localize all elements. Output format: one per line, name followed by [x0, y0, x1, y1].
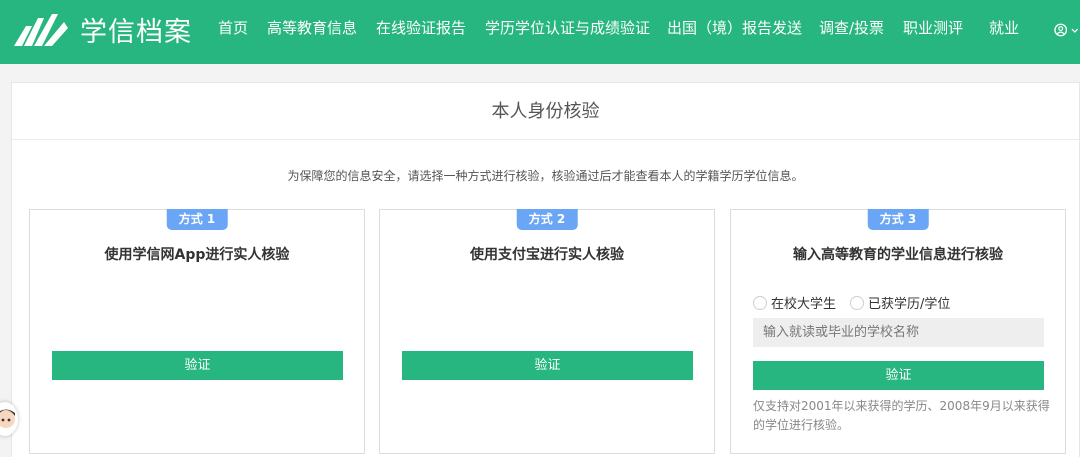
nav-degree-certification[interactable]: 学历学位认证与成绩验证: [485, 0, 650, 64]
nav-online-verification[interactable]: 在线验证报告: [376, 0, 466, 64]
verify-button[interactable]: 验证: [402, 351, 693, 380]
nav-career-test[interactable]: 职业测评: [903, 0, 963, 64]
school-name-input[interactable]: [753, 318, 1044, 347]
radio-label: 在校大学生: [771, 297, 837, 312]
user-menu[interactable]: [1054, 20, 1080, 40]
identity-verification-panel: 本人身份核验 为保障您的信息安全，请选择一种方式进行核验，核验通过后才能查看本人…: [11, 82, 1080, 457]
nav-survey[interactable]: 调查/投票: [819, 0, 884, 64]
method-badge: 方式 3: [867, 209, 929, 230]
radio-current-student[interactable]: 在校大学生: [753, 293, 836, 312]
user-circle-icon: [1054, 23, 1068, 37]
nav-higher-education[interactable]: 高等教育信息: [267, 0, 357, 64]
method-card-alipay: 方式 2 使用支付宝进行实人核验 验证: [379, 209, 715, 454]
method-badge: 方式 1: [166, 209, 228, 230]
method-badge: 方式 2: [516, 209, 578, 230]
student-status-radio-group: 在校大学生 已获学历/学位: [753, 293, 964, 312]
nav-home[interactable]: 首页: [218, 0, 248, 64]
verification-scope-note: 仅支持对2001年以来获得的学历、2008年9月以来获得的学位进行核验。: [753, 399, 1050, 432]
security-notice: 为保障您的信息安全，请选择一种方式进行核验，核验通过后才能查看本人的学籍学历学位…: [287, 169, 804, 183]
verify-button[interactable]: 验证: [753, 361, 1044, 390]
chevron-down-icon: [1071, 28, 1079, 33]
method-title: 输入高等教育的学业信息进行核验: [793, 247, 1003, 263]
main-nav: 首页 高等教育信息 在线验证报告 学历学位认证与成绩验证 出国（境）报告发送 调…: [0, 0, 1080, 64]
verify-button[interactable]: 验证: [52, 351, 343, 380]
method-card-academic-info: 方式 3 输入高等教育的学业信息进行核验 在校大学生 已获学历/学位 验证 仅支…: [730, 209, 1066, 454]
radio-circle-icon[interactable]: [850, 295, 865, 310]
radio-graduated[interactable]: 已获学历/学位: [850, 293, 950, 312]
radio-circle-icon[interactable]: [753, 295, 767, 310]
nav-overseas-report[interactable]: 出国（境）报告发送: [667, 0, 802, 64]
nav-employment[interactable]: 就业: [989, 0, 1019, 64]
top-navigation-bar: 学信档案 首页 高等教育信息 在线验证报告 学历学位认证与成绩验证 出国（境）报…: [0, 0, 1080, 64]
radio-label: 已获学历/学位: [868, 297, 951, 312]
method-card-app: 方式 1 使用学信网App进行实人核验 验证: [29, 209, 365, 454]
method-title: 使用学信网App进行实人核验: [104, 247, 290, 263]
method-title: 使用支付宝进行实人核验: [470, 247, 624, 263]
page-title: 本人身份核验: [12, 83, 1079, 140]
